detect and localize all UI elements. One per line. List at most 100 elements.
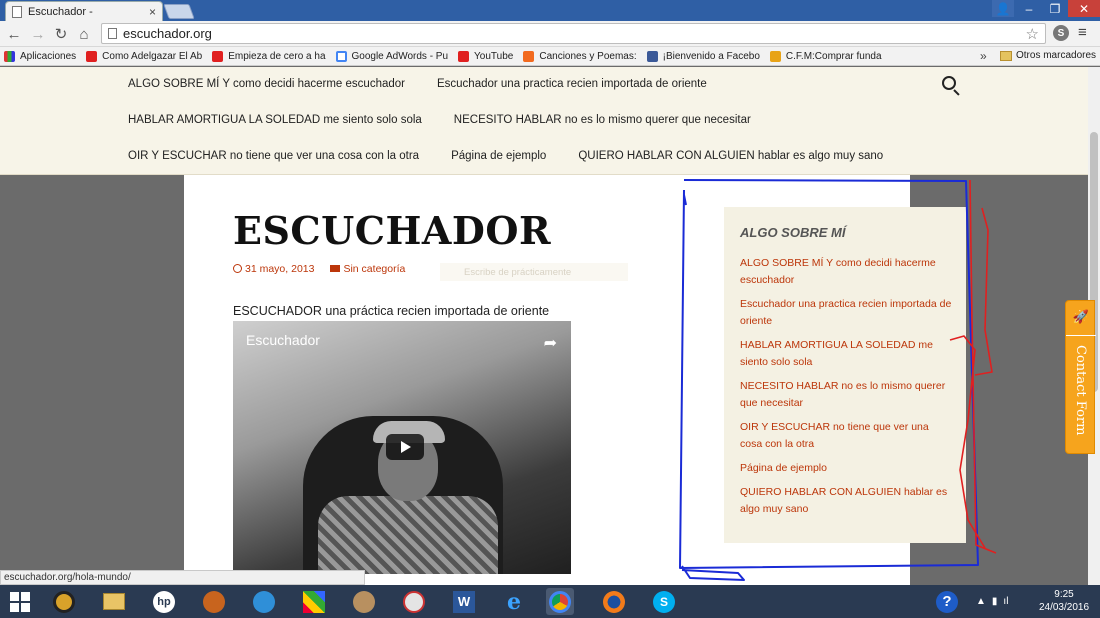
folder-icon — [330, 265, 341, 272]
user-icon[interactable]: 👤 — [992, 0, 1014, 17]
other-bookmarks[interactable]: Otros marcadores — [1000, 50, 1096, 61]
tab-title: Escuchador - — [28, 5, 93, 18]
youtube-icon — [86, 50, 98, 62]
bookmarks-bar: Aplicaciones Como Adelgazar El Ab Empiez… — [0, 47, 1100, 66]
youtube-icon — [212, 50, 224, 62]
new-tab-button[interactable] — [163, 4, 195, 19]
page-icon — [12, 5, 22, 18]
clock-date: 24/03/2016 — [1038, 602, 1090, 613]
divider — [1066, 335, 1096, 336]
video-title[interactable]: Escuchador — [246, 332, 320, 348]
address-bar[interactable]: escuchador.org ☆ — [101, 23, 1046, 44]
google-icon — [335, 50, 347, 62]
post-category-link[interactable]: Sin categoría — [330, 263, 405, 275]
nav-row: OIR Y ESCUCHAR no tiene que ver una cosa… — [128, 150, 915, 162]
taskbar-clock[interactable]: 9:25 24/03/2016 — [1036, 588, 1092, 614]
bookmark-item[interactable]: YouTube — [458, 50, 513, 62]
facebook-icon — [646, 50, 658, 62]
search-icon[interactable] — [940, 75, 962, 97]
rocket-icon: 🚀 — [1072, 309, 1090, 324]
browser-tab[interactable]: Escuchador - × — [5, 1, 163, 21]
widget-link[interactable]: ALGO SOBRE MÍ Y como decidi hacerme escu… — [740, 255, 952, 289]
maximize-button[interactable]: ❐ — [1042, 0, 1068, 17]
skype-icon[interactable]: S — [650, 588, 678, 615]
word-icon[interactable]: W — [450, 588, 478, 615]
nav-link[interactable]: Página de ejemplo — [451, 150, 546, 162]
help-icon[interactable]: ? — [936, 590, 958, 613]
nav-link[interactable]: QUIERO HABLAR CON ALGUIEN hablar es algo… — [578, 150, 883, 162]
bookmark-item[interactable]: Empieza de cero a ha — [212, 50, 326, 62]
post-date-link[interactable]: 31 mayo, 2013 — [233, 263, 314, 275]
post-title[interactable]: ESCUCHADOR — [233, 208, 551, 253]
sidebar-widget: ALGO SOBRE MÍ ALGO SOBRE MÍ Y como decid… — [724, 207, 966, 543]
chrome-icon[interactable] — [546, 588, 574, 615]
url-text[interactable]: escuchador.org — [123, 26, 212, 41]
clock-icon — [233, 264, 242, 273]
apps-icon — [4, 50, 15, 62]
media-app-icon[interactable] — [50, 588, 78, 615]
post-meta: 31 mayo, 2013 Sin categoría — [233, 263, 405, 275]
youtube-icon — [458, 50, 470, 62]
clock-time: 9:25 — [1054, 589, 1074, 600]
skype-extension-icon[interactable]: S — [1053, 25, 1069, 41]
shop-icon — [769, 50, 781, 62]
file-explorer-icon[interactable] — [100, 588, 128, 615]
video-player[interactable]: Escuchador ➦ — [233, 321, 571, 574]
bookmark-item[interactable]: ¡Bienvenido a Facebo — [646, 50, 760, 62]
bookmark-item[interactable]: Como Adelgazar El Ab — [86, 50, 202, 62]
internet-explorer-icon[interactable]: e — [500, 588, 528, 615]
video-frame-person — [318, 496, 498, 574]
taskbar: hp W e S — [0, 585, 1100, 618]
blogger-icon — [523, 50, 535, 62]
post-subtitle: ESCUCHADOR una práctica recien importada… — [233, 304, 550, 318]
nav-row: ALGO SOBRE MÍ Y como decidi hacerme escu… — [128, 78, 739, 90]
reload-icon[interactable]: ↻ — [52, 25, 70, 43]
contact-form-tab[interactable]: 🚀 Contact Form — [1065, 300, 1096, 454]
minimize-button[interactable]: – — [1016, 0, 1042, 17]
browser-toolbar: ← → ↻ ⌂ escuchador.org ☆ — [0, 21, 1100, 47]
nav-link[interactable]: NECESITO HABLAR no es lo mismo querer qu… — [454, 114, 751, 126]
bookmark-item[interactable]: C.F.M:Comprar funda — [769, 50, 882, 62]
close-window-button[interactable]: ✕ — [1068, 0, 1100, 17]
bookmarks-overflow-button[interactable]: » — [980, 49, 987, 63]
start-button[interactable] — [6, 588, 34, 615]
nav-link[interactable]: Escuchador una practica recien importada… — [437, 78, 707, 90]
widget-link[interactable]: OIR Y ESCUCHAR no tiene que ver una cosa… — [740, 419, 952, 453]
nav-row: HABLAR AMORTIGUA LA SOLEDAD me siento so… — [128, 114, 783, 126]
back-icon[interactable]: ← — [5, 25, 23, 43]
page-icon — [108, 28, 117, 39]
widget-link[interactable]: Escuchador una practica recien importada… — [740, 296, 952, 330]
nav-link[interactable]: OIR Y ESCUCHAR no tiene que ver una cosa… — [128, 150, 419, 162]
nav-link[interactable]: ALGO SOBRE MÍ Y como decidi hacerme escu… — [128, 78, 405, 90]
menu-icon[interactable]: ≡ — [1078, 24, 1087, 41]
firefox-icon[interactable] — [600, 588, 628, 615]
nav-link[interactable]: HABLAR AMORTIGUA LA SOLEDAD me siento so… — [128, 114, 422, 126]
bookmark-star-icon[interactable]: ☆ — [1026, 25, 1039, 43]
forward-icon[interactable]: → — [29, 25, 47, 43]
rocket-app-icon[interactable] — [250, 588, 278, 615]
bookmark-apps[interactable]: Aplicaciones — [4, 50, 76, 62]
home-icon[interactable]: ⌂ — [75, 25, 93, 43]
contact-form-label: Contact Form — [1073, 345, 1088, 436]
signal-icon[interactable]: ıl — [1003, 596, 1008, 607]
show-hidden-icons-icon[interactable]: ▲ — [976, 596, 986, 607]
system-tray: ? ▲ ▮ ıl — [936, 585, 1008, 618]
baseball-app-icon[interactable] — [200, 588, 228, 615]
widget-link[interactable]: HABLAR AMORTIGUA LA SOLEDAD me siento so… — [740, 337, 952, 371]
play-icon[interactable] — [386, 434, 424, 460]
puzzle-app-icon[interactable] — [300, 588, 328, 615]
network-icon[interactable]: ▮ — [992, 596, 998, 607]
hp-icon[interactable]: hp — [150, 588, 178, 615]
share-icon[interactable]: ➦ — [544, 333, 557, 353]
paint-brush-app-icon[interactable] — [400, 588, 428, 615]
widget-link[interactable]: QUIERO HABLAR CON ALGUIEN hablar es algo… — [740, 484, 952, 518]
widget-link-list: ALGO SOBRE MÍ Y como decidi hacerme escu… — [740, 255, 952, 525]
tab-close-icon[interactable]: × — [149, 5, 156, 19]
widget-link[interactable]: Página de ejemplo — [740, 460, 952, 477]
paint-app-icon[interactable] — [350, 588, 378, 615]
widget-link[interactable]: NECESITO HABLAR no es lo mismo querer qu… — [740, 378, 952, 412]
bookmark-item[interactable]: Google AdWords - Pu — [335, 50, 448, 62]
status-url: escuchador.org/hola-mundo/ — [0, 570, 365, 585]
folder-icon — [1000, 50, 1012, 61]
bookmark-item[interactable]: Canciones y Poemas: — [523, 50, 637, 62]
